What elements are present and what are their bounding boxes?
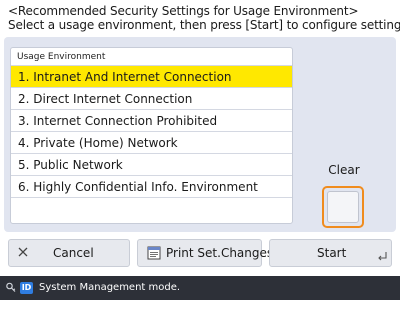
list-column-header: Usage Environment [11, 48, 292, 66]
usage-environment-list: Usage Environment 1. Intranet And Intern… [10, 47, 293, 224]
list-item-internet-prohibited[interactable]: 3. Internet Connection Prohibited [11, 110, 292, 132]
enter-icon [376, 240, 388, 275]
page-header: <Recommended Security Settings for Usage… [8, 4, 400, 32]
page-title: <Recommended Security Settings for Usage… [8, 4, 359, 18]
start-button[interactable]: Start [269, 239, 392, 267]
list-item-intranet-and-internet[interactable]: 1. Intranet And Internet Connection [11, 66, 292, 88]
clear-label: Clear [328, 163, 360, 177]
clear-button[interactable] [322, 186, 364, 228]
print-settings-changes-label: Print Set.Changes [166, 246, 274, 260]
cancel-button[interactable]: Cancel [8, 239, 130, 267]
list-item-highly-confidential[interactable]: 6. Highly Confidential Info. Environment [11, 176, 292, 198]
print-settings-changes-button[interactable]: Print Set.Changes [137, 239, 273, 267]
page-instruction: Select a usage environment, then press [… [8, 18, 400, 32]
start-label: Start [317, 246, 347, 260]
status-bar: ID System Management mode. [0, 276, 400, 300]
status-message: System Management mode. [39, 282, 181, 293]
printer-icon [146, 240, 162, 275]
list-item-private-network[interactable]: 4. Private (Home) Network [11, 132, 292, 154]
key-icon [5, 276, 17, 310]
id-badge: ID [20, 282, 33, 294]
cancel-label: Cancel [53, 246, 94, 260]
list-item-direct-internet[interactable]: 2. Direct Internet Connection [11, 88, 292, 110]
list-item-public-network[interactable]: 5. Public Network [11, 154, 292, 176]
close-icon [17, 240, 29, 275]
